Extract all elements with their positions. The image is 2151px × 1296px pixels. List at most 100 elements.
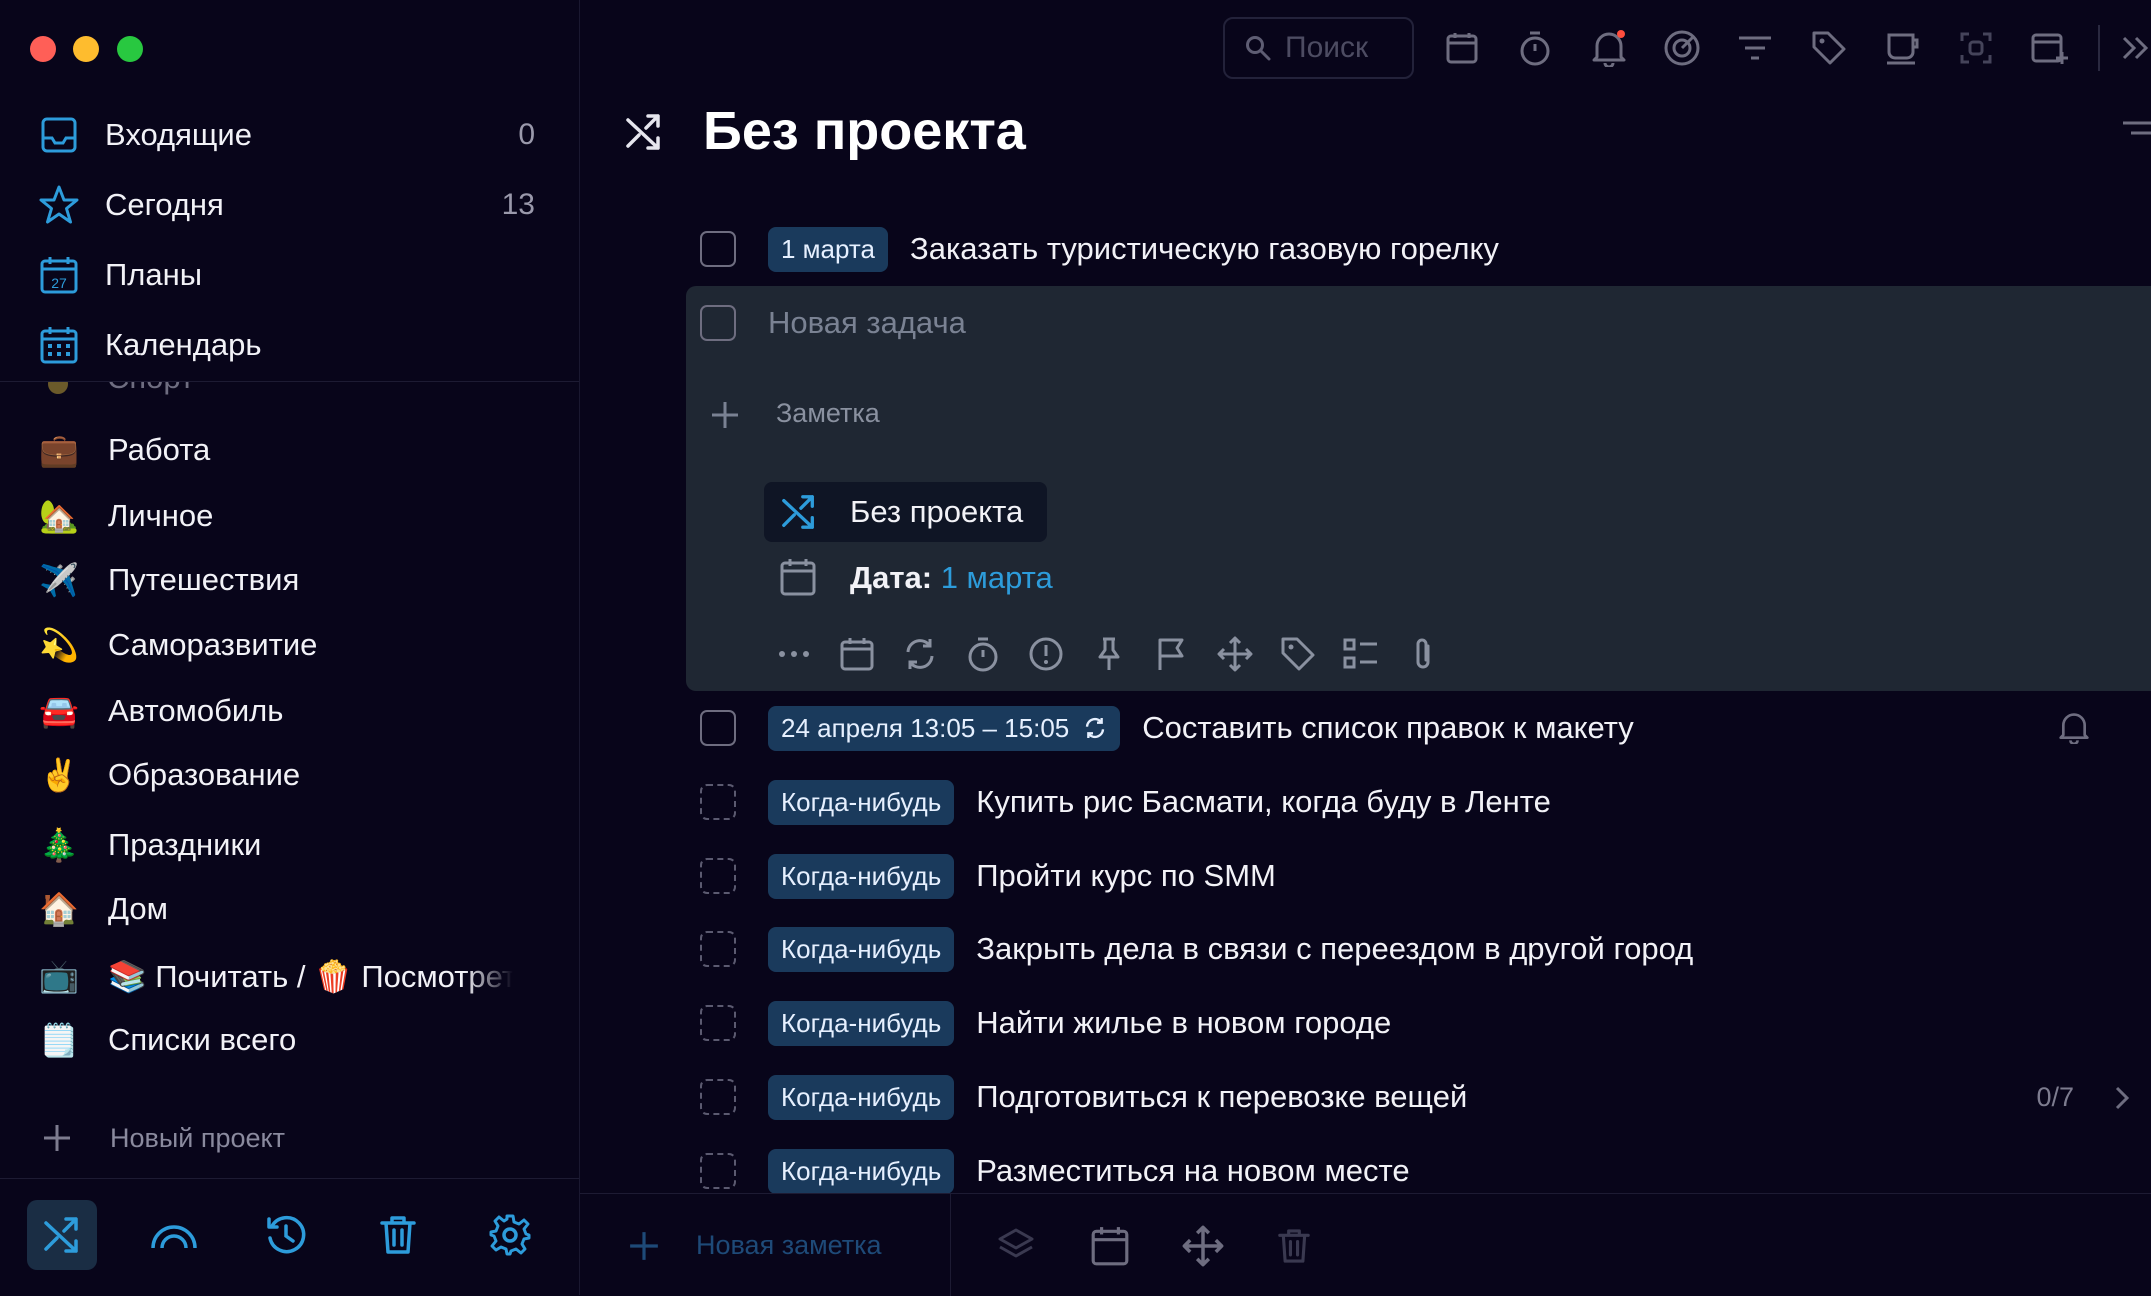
close-window-button[interactable]	[30, 36, 56, 62]
search-field[interactable]: Поиск	[1223, 17, 1414, 79]
repeat-icon	[1086, 717, 1105, 739]
sidebar-project-travel[interactable]: ✈️ Путешествия	[0, 550, 579, 610]
task-checkbox[interactable]	[700, 1153, 736, 1189]
task-title[interactable]: Купить рис Басмати, когда буду в Ленте	[976, 784, 1551, 820]
screenshot-toolbar-button[interactable]	[1950, 22, 2002, 74]
new-note-button[interactable]: Новая заметка	[580, 1194, 951, 1296]
trash-button[interactable]	[363, 1200, 433, 1270]
date-field-value[interactable]: 1 марта	[941, 560, 1053, 595]
task-title[interactable]: Составить список правок к макету	[1142, 710, 1634, 746]
add-note-icon[interactable]	[710, 400, 740, 430]
notifications-toolbar-button[interactable]	[1583, 22, 1635, 74]
sidebar-project-lists[interactable]: 🗒️ Списки всего	[0, 1010, 579, 1070]
search-placeholder: Поиск	[1285, 31, 1369, 64]
task-checkbox[interactable]	[700, 858, 736, 894]
break-toolbar-button[interactable]	[1877, 22, 1929, 74]
date-field[interactable]: Дата: 1 марта	[850, 560, 1053, 596]
more-icon[interactable]	[776, 636, 812, 672]
sidebar-project-personal[interactable]: 🏡 Личное	[0, 486, 579, 546]
task-date-tag[interactable]: Когда-нибудь	[768, 1000, 955, 1046]
task-date-tag[interactable]: Когда-нибудь	[768, 1074, 955, 1120]
task-title[interactable]: Заказать туристическую газовую горелку	[910, 231, 1499, 267]
task-checkbox[interactable]	[700, 710, 736, 746]
settings-button[interactable]	[475, 1200, 545, 1270]
calendar-icon[interactable]	[839, 636, 875, 672]
sidebar-project-partial[interactable]: Спорт	[0, 382, 579, 404]
sidebar-item-calendar[interactable]: Календарь	[0, 315, 579, 375]
sidebar-item-inbox[interactable]: Входящие 0	[0, 105, 579, 165]
task-checkbox[interactable]	[700, 231, 736, 267]
sidebar-project-home[interactable]: 🏠 Дом	[0, 879, 579, 939]
task-row[interactable]: 24 апреля 13:05 – 15:05 Составить список…	[700, 693, 2090, 763]
task-title[interactable]: Подготовиться к перевозке вещей	[976, 1079, 1467, 1115]
project-selector[interactable]: Без проекта	[764, 482, 1047, 542]
task-checkbox[interactable]	[700, 931, 736, 967]
task-row[interactable]: Когда-нибудь Найти жилье в новом городе	[700, 988, 1391, 1058]
minimize-window-button[interactable]	[73, 36, 99, 62]
task-title[interactable]: Разместиться на новом месте	[976, 1153, 1409, 1189]
task-row[interactable]: Когда-нибудь Купить рис Басмати, когда б…	[700, 767, 1551, 837]
task-checkbox[interactable]	[700, 784, 736, 820]
repeat-icon[interactable]	[902, 636, 938, 672]
sidebar-item-today[interactable]: Сегодня 13	[0, 175, 579, 235]
move-icon[interactable]	[1217, 636, 1253, 672]
sidebar-project-self-development[interactable]: 💫 Саморазвитие	[0, 615, 579, 675]
expand-toolbar-button[interactable]	[2118, 22, 2151, 74]
task-row[interactable]: Когда-нибудь Подготовиться к перевозке в…	[700, 1062, 2130, 1132]
calendar-icon	[779, 557, 817, 597]
checklist-icon[interactable]	[1343, 636, 1379, 672]
sidebar-project-work[interactable]: 💼 Работа	[0, 420, 579, 480]
history-button[interactable]	[251, 1200, 321, 1270]
sidebar-project-education[interactable]: ✌️ Образование	[0, 745, 579, 805]
chevron-right-icon[interactable]	[2114, 1086, 2130, 1110]
task-date-tag[interactable]: Когда-нибудь	[768, 779, 955, 825]
task-row[interactable]: Когда-нибудь Закрыть дела в связи с пере…	[700, 914, 1693, 984]
sidebar-project-car[interactable]: 🚘 Автомобиль	[0, 681, 579, 741]
timer-toolbar-button[interactable]	[1509, 22, 1561, 74]
task-date-tag[interactable]: Когда-нибудь	[768, 926, 955, 972]
stopwatch-icon[interactable]	[965, 636, 1001, 672]
task-date-tag[interactable]: 24 апреля 13:05 – 15:05	[768, 705, 1121, 751]
schedule-button[interactable]	[1090, 1225, 1130, 1267]
shuffle-icon	[626, 114, 660, 150]
task-date-tag[interactable]: Когда-нибудь	[768, 853, 955, 899]
new-task-input[interactable]: Новая задача	[768, 305, 966, 341]
new-project-button[interactable]: Новый проект	[0, 1108, 579, 1168]
new-window-toolbar-button[interactable]	[2024, 22, 2076, 74]
car-icon: 🚘	[39, 693, 79, 729]
task-checkbox[interactable]	[700, 1005, 736, 1041]
bottom-toolbar: Новая заметка	[580, 1193, 2151, 1296]
sidebar-project-read-watch[interactable]: 📺 📚 Почитать / 🍿 Посмотреть	[0, 946, 579, 1006]
toolbar-divider	[2098, 25, 2100, 71]
sort-button[interactable]	[2123, 120, 2151, 146]
task-row[interactable]: 1 марта Заказать туристическую газовую г…	[700, 214, 1499, 284]
someday-view-button[interactable]	[139, 1200, 209, 1270]
reminder-bell-icon[interactable]	[2058, 710, 2090, 744]
task-title[interactable]: Пройти курс по SMM	[976, 858, 1276, 894]
task-row[interactable]: Когда-нибудь Пройти курс по SMM	[700, 841, 1276, 911]
task-checkbox[interactable]	[700, 1079, 736, 1115]
move-button[interactable]	[1182, 1225, 1224, 1267]
tag-icon[interactable]	[1280, 636, 1316, 672]
calendar-toolbar-button[interactable]	[1436, 22, 1488, 74]
filter-toolbar-button[interactable]	[1729, 22, 1781, 74]
pin-icon[interactable]	[1091, 636, 1127, 672]
flag-icon[interactable]	[1154, 636, 1190, 672]
sidebar-item-plans[interactable]: 27 Планы	[0, 245, 579, 305]
task-date-tag[interactable]: Когда-нибудь	[768, 1148, 955, 1194]
task-title[interactable]: Закрыть дела в связи с переездом в друго…	[976, 931, 1693, 967]
paperclip-icon[interactable]	[1406, 636, 1442, 672]
layers-button[interactable]	[997, 1227, 1035, 1265]
zoom-window-button[interactable]	[117, 36, 143, 62]
task-title[interactable]: Найти жилье в новом городе	[976, 1005, 1391, 1041]
note-input[interactable]: Заметка	[776, 398, 880, 429]
no-project-view-button[interactable]	[27, 1200, 97, 1270]
task-date-tag[interactable]: 1 марта	[768, 226, 888, 272]
task-checkbox[interactable]	[700, 305, 736, 341]
priority-icon[interactable]	[1028, 636, 1064, 672]
focus-toolbar-button[interactable]	[1656, 22, 1708, 74]
delete-button[interactable]	[1278, 1227, 1310, 1265]
tags-toolbar-button[interactable]	[1803, 22, 1855, 74]
new-task-row[interactable]: Новая задача	[700, 288, 966, 358]
sidebar-project-holidays[interactable]: 🎄 Праздники	[0, 815, 579, 875]
